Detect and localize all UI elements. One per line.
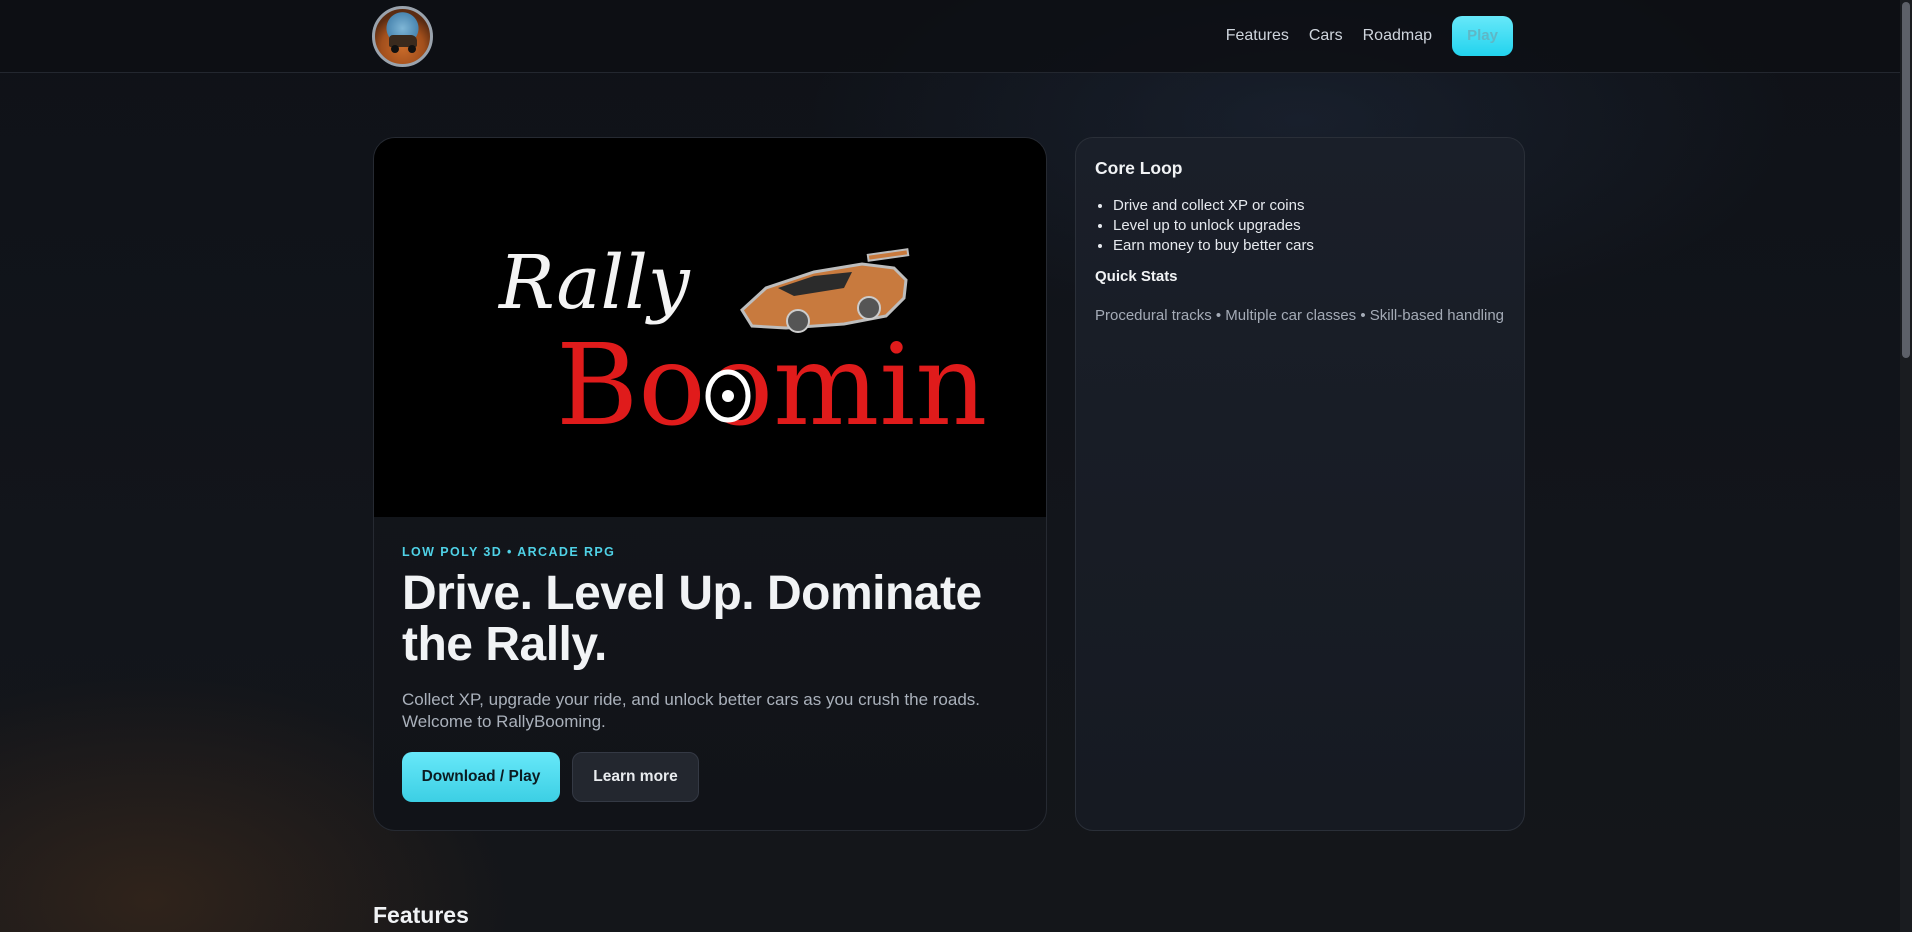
list-item: Earn money to buy better cars: [1113, 236, 1505, 256]
art-boomin-text: Boomin: [556, 321, 987, 451]
hero-headline: Drive. Level Up. Dominate the Rally.: [402, 567, 982, 671]
download-play-button[interactable]: Download / Play: [402, 752, 560, 802]
core-loop-title: Core Loop: [1095, 158, 1183, 178]
hero-art-svg: Rally Boomin: [497, 240, 987, 451]
art-car-icon: [740, 248, 910, 333]
hero-banner-image: Rally Boomin: [374, 138, 1046, 517]
hero-description: Collect XP, upgrade your ride, and unloc…: [402, 690, 981, 731]
page-scrollbar[interactable]: [1900, 0, 1912, 932]
nav-link-roadmap[interactable]: Roadmap: [1363, 27, 1432, 45]
game-logo[interactable]: [372, 6, 433, 67]
nav-link-cars[interactable]: Cars: [1309, 27, 1343, 45]
hero-card: Rally Boomin LOW POLY 3D • ARCADE RPG Dr…: [373, 137, 1047, 831]
hero-cta-row: Download / Play Learn more: [402, 752, 699, 802]
list-item: Level up to unlock upgrades: [1113, 216, 1505, 236]
art-pupil-icon: [722, 390, 734, 402]
info-card: Core Loop Drive and collect XP or coins …: [1075, 137, 1525, 831]
site-header: Features Cars Roadmap Play: [0, 0, 1900, 73]
nav-play-button[interactable]: Play: [1452, 16, 1513, 56]
list-item: Drive and collect XP or coins: [1113, 196, 1505, 216]
scrollbar-thumb[interactable]: [1902, 2, 1910, 358]
logo-wheel-icon: [408, 45, 416, 53]
quick-stats-text: Procedural tracks • Multiple car classes…: [1095, 307, 1505, 324]
learn-more-button[interactable]: Learn more: [572, 752, 699, 802]
main-nav: Features Cars Roadmap Play: [1226, 16, 1513, 56]
nav-link-features[interactable]: Features: [1226, 27, 1289, 45]
art-rally-text: Rally: [497, 240, 691, 326]
quick-stats-title: Quick Stats: [1095, 268, 1178, 285]
core-loop-list: Drive and collect XP or coins Level up t…: [1095, 196, 1505, 256]
hero-eyebrow: LOW POLY 3D • ARCADE RPG: [402, 545, 616, 559]
features-section-title: Features: [373, 902, 469, 928]
logo-wheel-icon: [391, 45, 399, 53]
